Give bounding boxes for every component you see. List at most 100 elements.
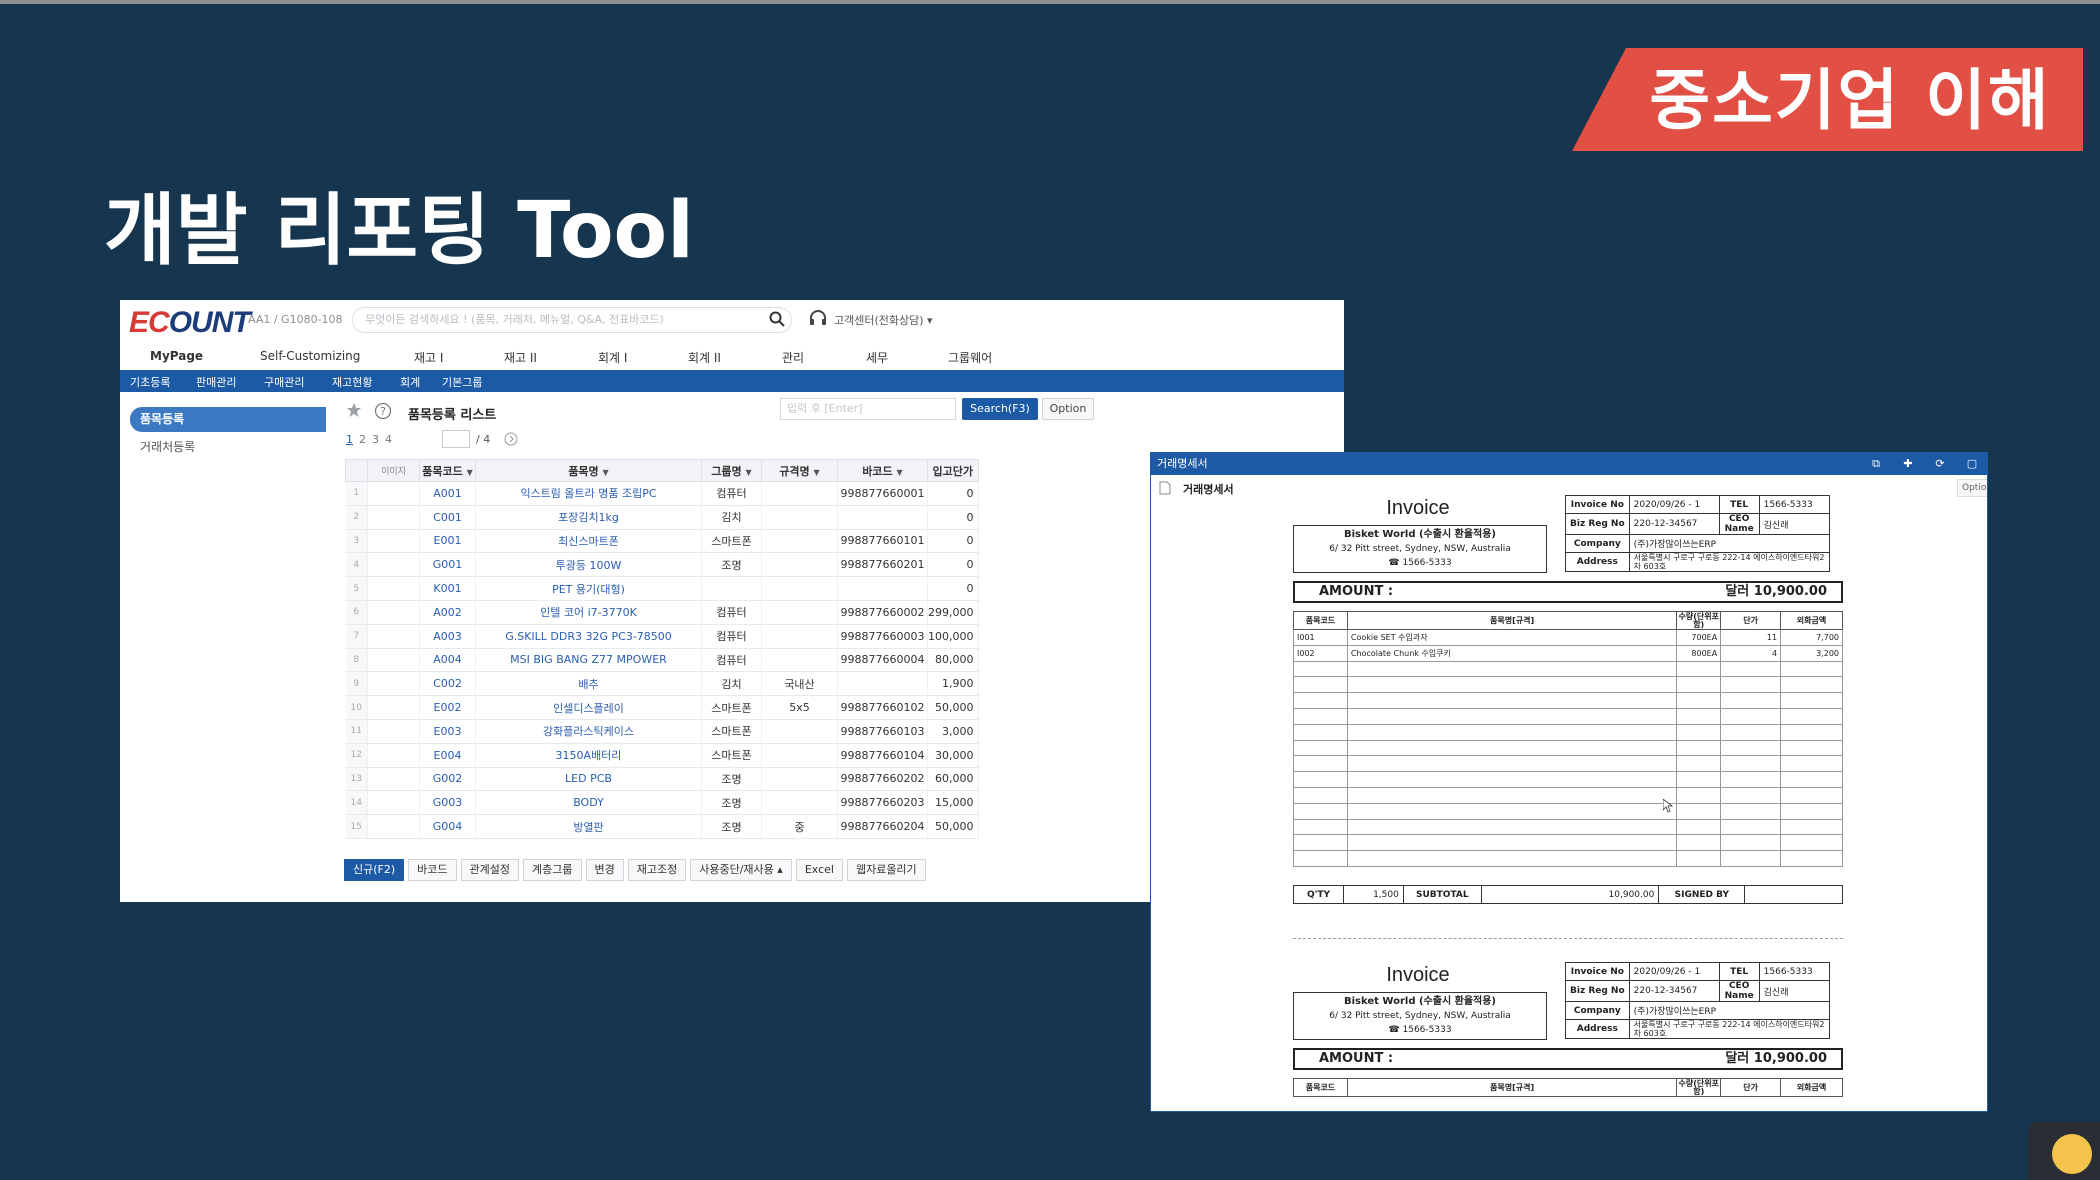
option-button[interactable]: Option (1042, 398, 1094, 420)
change-button[interactable]: 변경 (585, 859, 624, 881)
item-code[interactable]: C001 (419, 505, 476, 530)
item-code[interactable]: A002 (419, 600, 476, 625)
ecount-logo[interactable]: ECOUNT (129, 308, 251, 338)
relation-button[interactable]: 관계설정 (460, 859, 520, 881)
global-search-input[interactable]: 무엇이든 검색하세요 ! (품목, 거래처, 메뉴얼, Q&A, 전표바코드) (352, 307, 792, 333)
table-row[interactable]: 4 G001 투광등 100W 조명 998877660201 0 (345, 552, 979, 578)
quick-search-input[interactable]: 입력 후 [Enter] (780, 398, 956, 420)
popout-icon[interactable]: ⧉ (1865, 456, 1887, 472)
nav-management[interactable]: 관리 (782, 349, 804, 366)
table-row[interactable]: 5 K001 PET 용기(대형) 0 (345, 576, 979, 601)
headset-icon[interactable] (808, 308, 828, 328)
nav-accounting-1[interactable]: 회계 I (598, 349, 627, 366)
barcode-button[interactable]: 바코드 (408, 859, 457, 881)
item-code[interactable]: A001 (419, 481, 476, 506)
page-link-4[interactable]: 4 (385, 433, 392, 446)
item-code[interactable]: E001 (419, 529, 476, 554)
table-row[interactable]: 7 A003 G.SKILL DDR3 32G PC3-78500 컴퓨터 998877… (345, 624, 979, 649)
customer-center-link[interactable]: 고객센터(전화상담) ▾ (834, 312, 933, 328)
column-header-barcode[interactable]: 바코드 ▼ (837, 459, 928, 482)
subnav-inventory-status[interactable]: 재고현황 (332, 374, 372, 390)
column-header-code[interactable]: 품목코드 ▼ (419, 459, 476, 482)
table-row[interactable]: 15 G004 방열판 조명 중 998877660204 50,000 (345, 814, 979, 839)
next-page-icon[interactable] (504, 432, 518, 446)
item-code[interactable]: A004 (419, 648, 476, 673)
item-name[interactable]: 포장김치1kg (475, 505, 702, 530)
table-row[interactable]: 6 A002 인텔 코어 i7-3770K 컴퓨터 998877660002 299,00… (345, 600, 979, 625)
item-name[interactable]: 인셀디스플레이 (475, 695, 702, 720)
subnav-accounting[interactable]: 회계 (400, 374, 420, 390)
item-code[interactable]: G003 (419, 790, 476, 816)
page-link-3[interactable]: 3 (372, 433, 379, 446)
item-code[interactable]: C002 (419, 671, 476, 697)
column-header-price[interactable]: 입고단가 (927, 459, 979, 482)
item-name[interactable]: 3150A배터리 (475, 743, 702, 768)
web-upload-button[interactable]: 웹자료올리기 (846, 859, 926, 881)
search-icon[interactable] (768, 310, 786, 328)
nav-inventory-2[interactable]: 재고 II (504, 349, 537, 366)
image-cell (367, 624, 420, 649)
nav-tax[interactable]: 세무 (866, 349, 888, 366)
page-number-input[interactable] (442, 430, 470, 448)
table-row[interactable]: 2 C001 포장김치1kg 김치 0 (345, 505, 979, 530)
table-row[interactable]: 3 E001 최신스마트폰 스마트폰 998877660101 0 (345, 529, 979, 554)
table-row[interactable]: 9 C002 배추 김치 국내산 1,900 (345, 671, 979, 697)
nav-groupware[interactable]: 그룹웨어 (948, 349, 992, 366)
table-row[interactable]: 11 E003 강화플라스틱케이스 스마트폰 998877660103 3,000 (345, 719, 979, 744)
deactivate-button[interactable]: 사용중단/재사용 ▴ (690, 859, 792, 881)
help-icon[interactable]: ? (374, 402, 392, 420)
item-code[interactable]: G002 (419, 767, 476, 792)
item-name[interactable]: BODY (475, 790, 702, 816)
table-row[interactable]: 8 A004 MSI BIG BANG Z77 MPOWER 컴퓨터 998877660… (345, 648, 979, 673)
subnav-purchase[interactable]: 구매관리 (264, 374, 304, 390)
search-button[interactable]: Search(F3) (962, 398, 1038, 420)
item-code[interactable]: E003 (419, 719, 476, 744)
item-name[interactable]: 강화플라스틱케이스 (475, 719, 702, 744)
column-header-name[interactable]: 품목명 ▼ (475, 459, 702, 482)
stock-adjust-button[interactable]: 재고조정 (627, 859, 687, 881)
item-name[interactable]: PET 용기(대형) (475, 576, 702, 601)
column-header-group[interactable]: 그룹명 ▼ (701, 459, 762, 482)
nav-inventory-1[interactable]: 재고 I (414, 349, 443, 366)
item-code[interactable]: K001 (419, 576, 476, 601)
column-header-spec[interactable]: 규격명 ▼ (761, 459, 838, 482)
nav-self-customizing[interactable]: Self-Customizing (260, 349, 360, 363)
item-name[interactable]: 배추 (475, 671, 702, 697)
table-row[interactable]: 13 G002 LED PCB 조명 998877660202 60,000 (345, 767, 979, 792)
subnav-basic-group[interactable]: 기본그룹 (442, 374, 482, 390)
refresh-icon[interactable]: ⟳ (1929, 456, 1951, 472)
table-row[interactable]: 14 G003 BODY 조명 998877660203 15,000 (345, 790, 979, 816)
sidebar-item-product-registration[interactable]: 품목등록 (130, 407, 326, 432)
select-all-checkbox[interactable] (345, 459, 368, 482)
subnav-basic-registration[interactable]: 기초등록 (130, 374, 170, 390)
popup-option-button[interactable]: Option (1957, 479, 1987, 497)
item-code[interactable]: E002 (419, 695, 476, 720)
excel-button[interactable]: Excel (795, 859, 843, 881)
nav-accounting-2[interactable]: 회계 II (688, 349, 721, 366)
item-name[interactable]: 방열판 (475, 814, 702, 839)
item-code[interactable]: E004 (419, 743, 476, 768)
table-row[interactable]: 10 E002 인셀디스플레이 스마트폰 5x5 998877660102 50,000 (345, 695, 979, 720)
item-name[interactable]: 최신스마트폰 (475, 529, 702, 554)
new-button[interactable]: 신규(F2) (344, 859, 405, 881)
table-row[interactable]: 1 A001 익스트림 올트라 명품 조립PC 컴퓨터 998877660001 0 (345, 481, 979, 506)
sidebar-item-client-registration[interactable]: 거래처등록 (140, 438, 195, 455)
pin-icon[interactable]: ✚ (1897, 456, 1919, 472)
item-code[interactable]: G001 (419, 552, 476, 578)
page-link-2[interactable]: 2 (359, 433, 366, 446)
item-name[interactable]: G.SKILL DDR3 32G PC3-78500 (475, 624, 702, 649)
page-link-1[interactable]: 1 (346, 433, 353, 446)
maximize-icon[interactable]: ▢ (1961, 456, 1983, 472)
star-icon[interactable] (346, 402, 362, 418)
item-code[interactable]: A003 (419, 624, 476, 649)
item-name[interactable]: 투광등 100W (475, 552, 702, 578)
hierarchy-group-button[interactable]: 계층그룹 (523, 859, 582, 881)
nav-mypage[interactable]: MyPage (150, 349, 203, 363)
item-name[interactable]: LED PCB (475, 767, 702, 792)
item-name[interactable]: MSI BIG BANG Z77 MPOWER (475, 648, 702, 673)
subnav-sales[interactable]: 판매관리 (196, 374, 236, 390)
item-name[interactable]: 익스트림 올트라 명품 조립PC (475, 481, 702, 506)
item-code[interactable]: G004 (419, 814, 476, 839)
table-row[interactable]: 12 E004 3150A배터리 스마트폰 998877660104 30,000 (345, 743, 979, 768)
item-name[interactable]: 인텔 코어 i7-3770K (475, 600, 702, 625)
